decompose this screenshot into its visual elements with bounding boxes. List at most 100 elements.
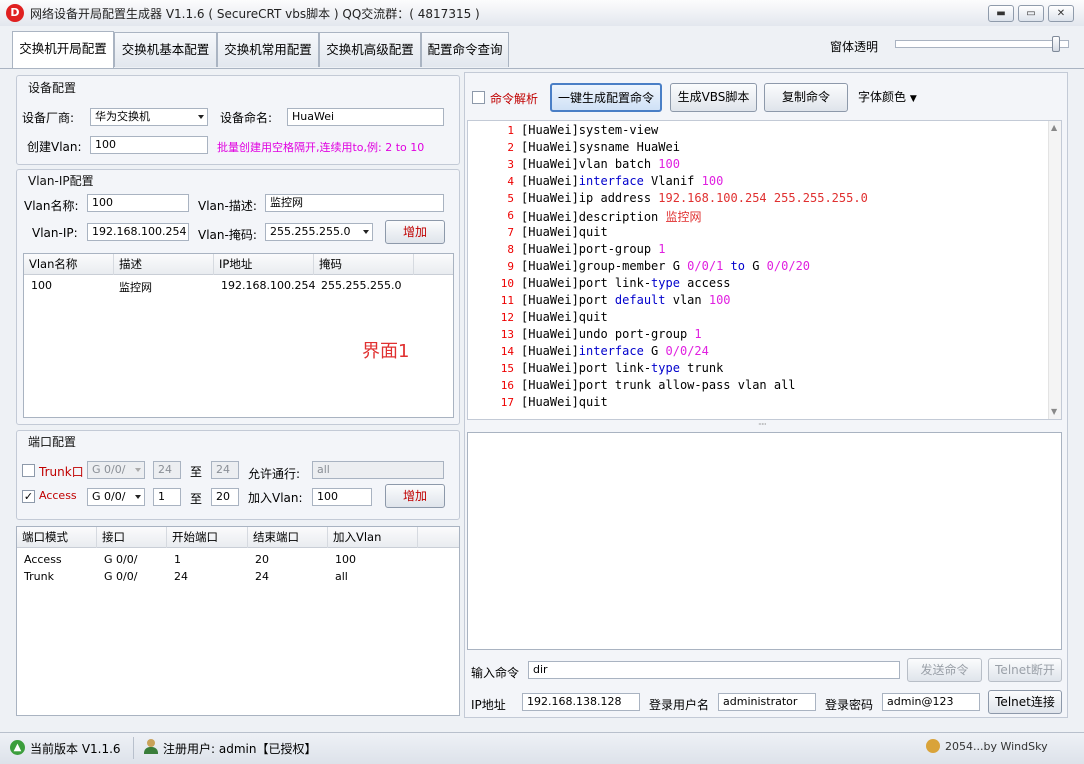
login-password-input[interactable]: admin@123	[882, 693, 980, 711]
code-line: [HuaWei]port trunk allow-pass vlan all	[521, 378, 796, 392]
allow-pass-input[interactable]: all	[312, 461, 444, 479]
access-to-label: 至	[190, 492, 203, 506]
line-number: 4	[507, 175, 514, 188]
line-number: 5	[507, 192, 514, 205]
copy-command-button[interactable]: 复制命令	[764, 83, 848, 112]
trunk-end-input[interactable]: 24	[211, 461, 239, 479]
port-add-button[interactable]: 增加	[385, 484, 445, 508]
transparency-slider-thumb[interactable]	[1052, 36, 1060, 52]
parse-checkbox[interactable]	[472, 91, 485, 104]
splitter-grip-icon[interactable]: ·····	[758, 421, 774, 429]
port-cell-vlan: 100	[335, 553, 356, 566]
font-color-menu[interactable]: 字体颜色 ▼	[858, 88, 917, 105]
access-start-input[interactable]: 1	[153, 488, 181, 506]
port-cell-start: 1	[174, 553, 181, 566]
vlan-mask-select[interactable]: 255.255.255.0	[265, 223, 373, 241]
code-line: [HuaWei]sysname HuaWei	[521, 140, 680, 154]
access-iface-value: G 0/0/	[92, 490, 126, 503]
caret-down-icon: ▼	[909, 94, 917, 104]
registered-user-text: 注册用户: admin【已授权】	[163, 742, 317, 756]
minimize-icon[interactable]: ▬	[988, 5, 1014, 22]
line-number: 13	[500, 328, 514, 341]
port-col-vlan[interactable]: 加入Vlan	[328, 527, 418, 548]
port-cell-iface: G 0/0/	[104, 570, 138, 583]
vlan-desc-label: Vlan-描述:	[198, 199, 257, 213]
telnet-connect-button[interactable]: Telnet连接	[988, 690, 1062, 714]
device-name-input[interactable]: HuaWei	[287, 108, 444, 126]
vendor-select-value: 华为交换机	[95, 110, 150, 123]
ip-address-input[interactable]: 192.168.138.128	[522, 693, 640, 711]
send-command-button[interactable]: 发送命令	[907, 658, 982, 682]
port-col-end[interactable]: 结束端口	[248, 527, 328, 548]
vlan-desc-input[interactable]: 监控网	[265, 194, 444, 212]
port-col-start[interactable]: 开始端口	[167, 527, 248, 548]
vlan-col-desc[interactable]: 描述	[114, 254, 214, 275]
tab-switch-init[interactable]: 交换机开局配置	[12, 31, 114, 68]
device-name-label: 设备命名:	[220, 111, 273, 125]
scroll-up-icon[interactable]: ▲	[1051, 123, 1057, 132]
interface-watermark: 界面1	[362, 341, 410, 362]
access-iface-select[interactable]: G 0/0/	[87, 488, 145, 506]
code-line: [HuaWei]quit	[521, 395, 608, 409]
vlan-add-button[interactable]: 增加	[385, 220, 445, 244]
table-row[interactable]: Trunk G 0/0/ 24 24 all	[17, 568, 459, 585]
vlan-name-input[interactable]: 100	[87, 194, 189, 212]
vlan-col-name[interactable]: Vlan名称	[24, 254, 114, 275]
trunk-start-input[interactable]: 24	[153, 461, 181, 479]
port-col-iface[interactable]: 接口	[97, 527, 167, 548]
vendor-select[interactable]: 华为交换机	[90, 108, 208, 126]
line-number: 12	[500, 311, 514, 324]
maximize-icon[interactable]: ▭	[1018, 5, 1044, 22]
vlan-cell-mask: 255.255.255.0	[321, 279, 402, 292]
vlan-ip-label: Vlan-IP:	[32, 226, 78, 240]
line-number: 17	[500, 396, 514, 409]
code-line: [HuaWei]interface G 0/0/24	[521, 344, 709, 358]
tab-command-query[interactable]: 配置命令查询	[421, 32, 509, 67]
vlan-cell-desc: 监控网	[119, 281, 152, 294]
port-cell-vlan: all	[335, 570, 348, 583]
vlan-col-mask[interactable]: 掩码	[314, 254, 414, 275]
vlan-grid: Vlan名称 描述 IP地址 掩码 100 监控网 192.168.100.25…	[23, 253, 454, 418]
port-cell-mode: Trunk	[24, 570, 54, 583]
line-number: 11	[500, 294, 514, 307]
window-title: 网络设备开局配置生成器 V1.1.6 ( SecureCRT vbs脚本 ) Q…	[30, 7, 480, 21]
generate-config-button[interactable]: 一键生成配置命令	[550, 83, 662, 112]
login-user-input[interactable]: administrator	[718, 693, 816, 711]
trunk-checkbox[interactable]	[22, 464, 35, 477]
table-row[interactable]: Access G 0/0/ 1 20 100	[17, 551, 459, 568]
command-input[interactable]: dir	[528, 661, 900, 679]
join-vlan-input[interactable]: 100	[312, 488, 372, 506]
port-group-title: 端口配置	[28, 435, 77, 449]
access-checkbox[interactable]: ✓	[22, 490, 35, 503]
line-number: 15	[500, 362, 514, 375]
code-line: [HuaWei]port-group 1	[521, 242, 666, 256]
access-end-input[interactable]: 20	[211, 488, 239, 506]
table-row[interactable]: 100 监控网 192.168.100.254 255.255.255.0	[24, 276, 453, 294]
generate-vbs-button[interactable]: 生成VBS脚本	[670, 83, 757, 112]
trunk-iface-select[interactable]: G 0/0/	[87, 461, 145, 479]
vlan-mask-value: 255.255.255.0	[270, 225, 351, 238]
chevron-down-icon	[363, 230, 369, 234]
vlan-ip-input[interactable]: 192.168.100.254	[87, 223, 189, 241]
vlan-col-ip[interactable]: IP地址	[214, 254, 314, 275]
create-vlan-input[interactable]: 100	[90, 136, 208, 154]
tab-switch-basic[interactable]: 交换机基本配置	[114, 32, 217, 67]
code-line: [HuaWei]quit	[521, 310, 608, 324]
telnet-disconnect-button[interactable]: Telnet断开	[988, 658, 1062, 682]
line-number: 6	[507, 209, 514, 222]
chevron-down-icon	[198, 115, 204, 119]
login-user-label: 登录用户名	[649, 698, 710, 712]
transparency-slider[interactable]	[895, 36, 1069, 52]
console-output[interactable]	[467, 432, 1062, 650]
code-line: [HuaWei]group-member G 0/0/1 to G 0/0/20	[521, 259, 811, 273]
code-scrollbar[interactable]: ▲ ▼	[1048, 121, 1061, 419]
port-col-mode[interactable]: 端口模式	[17, 527, 97, 548]
tab-switch-advanced[interactable]: 交换机高级配置	[319, 32, 421, 67]
line-number: 10	[500, 277, 514, 290]
tab-switch-common[interactable]: 交换机常用配置	[217, 32, 319, 67]
code-editor[interactable]: 1 [HuaWei]system-view 2 [HuaWei]sysname Hua…	[467, 120, 1062, 420]
scroll-down-icon[interactable]: ▼	[1051, 407, 1057, 416]
close-icon[interactable]: ✕	[1048, 5, 1074, 22]
port-grid: 端口模式 接口 开始端口 结束端口 加入Vlan Access G 0/0/ 1…	[16, 526, 460, 716]
vlan-cell-ip: 192.168.100.254	[221, 279, 316, 292]
